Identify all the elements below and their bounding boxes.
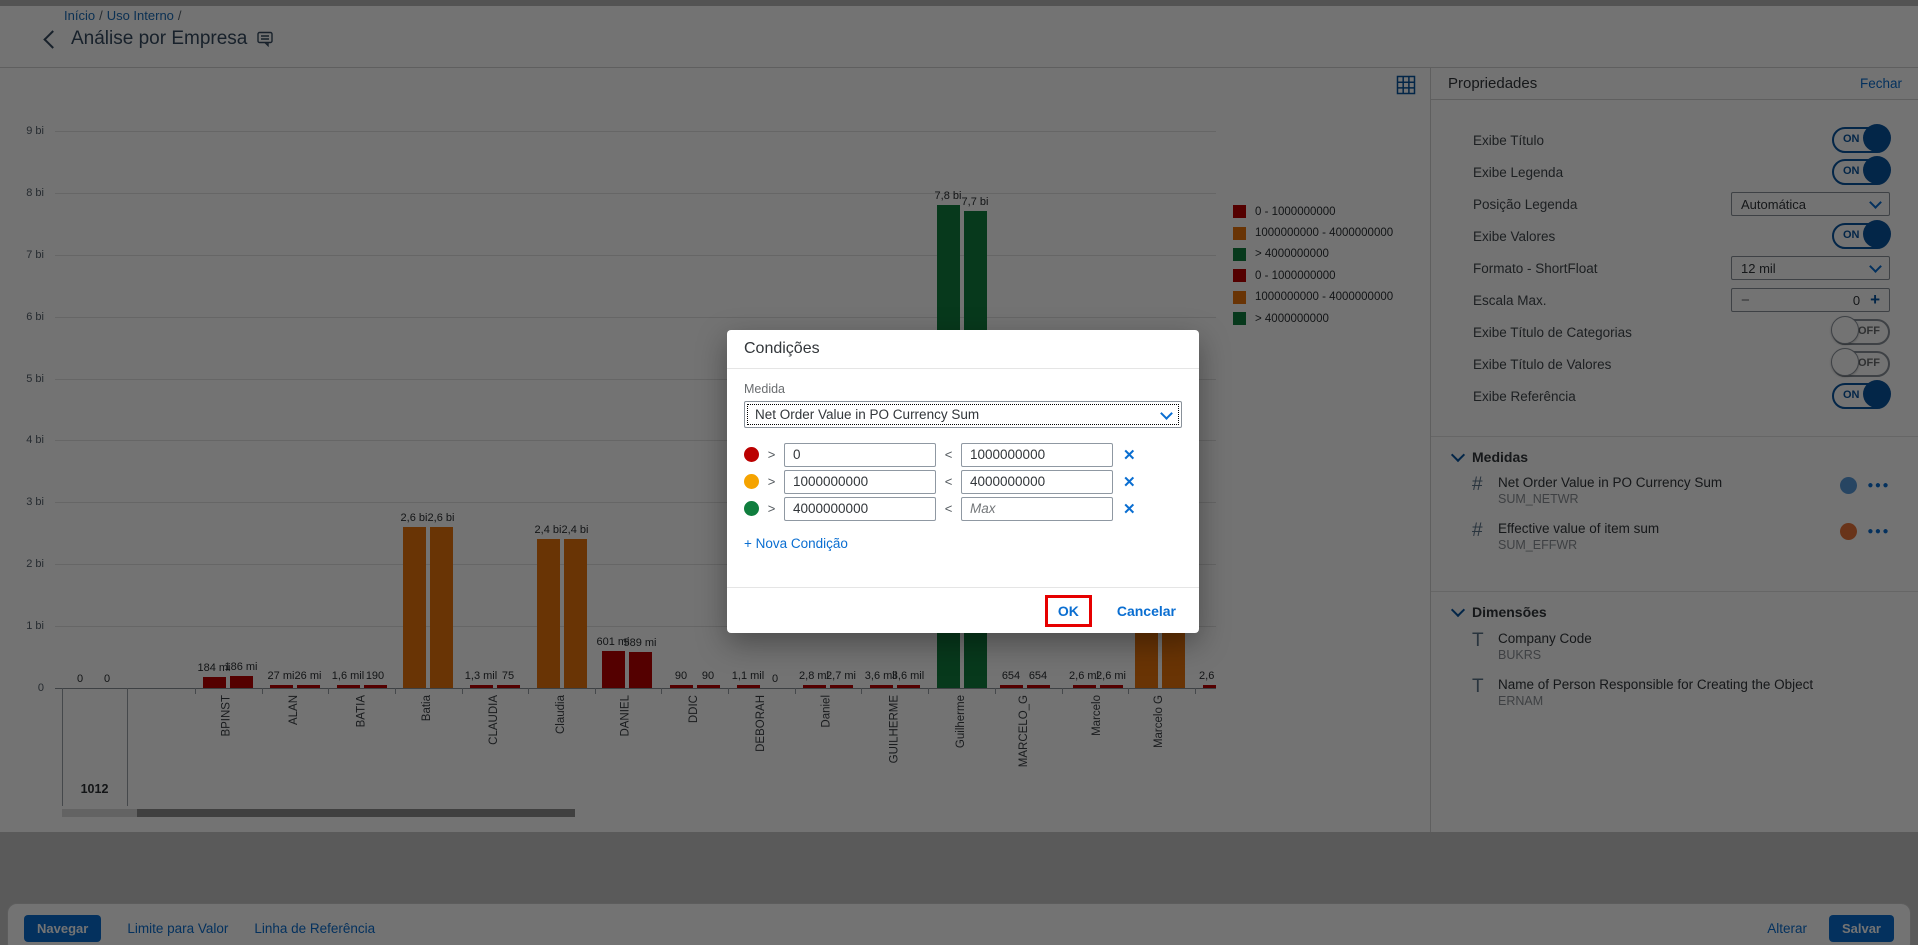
condition-to-input[interactable] — [961, 470, 1113, 494]
greater-than-operator: > — [767, 501, 776, 516]
less-than-operator: < — [944, 474, 953, 489]
delete-condition-icon[interactable]: ✕ — [1123, 446, 1136, 464]
measure-select[interactable]: Net Order Value in PO Currency Sum — [744, 401, 1182, 428]
ok-button-label: OK — [1058, 603, 1079, 619]
add-condition-link[interactable]: + Nova Condição — [744, 536, 848, 551]
less-than-operator: < — [944, 501, 953, 516]
condition-to-input[interactable] — [961, 443, 1113, 467]
delete-condition-icon[interactable]: ✕ — [1123, 473, 1136, 491]
condition-color-dot — [744, 447, 759, 462]
chevron-down-icon — [1160, 407, 1173, 420]
measure-select-value: Net Order Value in PO Currency Sum — [755, 407, 979, 422]
greater-than-operator: > — [767, 447, 776, 462]
cancel-button[interactable]: Cancelar — [1111, 602, 1182, 620]
app-window: Início/Uso Interno/ Análise por Empresa … — [0, 0, 1918, 945]
greater-than-operator: > — [767, 474, 776, 489]
condition-row: > < ✕ — [744, 441, 1182, 468]
condition-color-dot — [744, 501, 759, 516]
condition-color-dot — [744, 474, 759, 489]
delete-condition-icon[interactable]: ✕ — [1123, 500, 1136, 518]
condition-from-input[interactable] — [784, 470, 936, 494]
conditions-dialog: Condições Medida Net Order Value in PO C… — [727, 330, 1199, 633]
condition-from-input[interactable] — [784, 443, 936, 467]
ok-button[interactable]: OK — [1050, 598, 1087, 624]
condition-row: > < ✕ — [744, 495, 1182, 522]
less-than-operator: < — [944, 447, 953, 462]
measure-field-label: Medida — [744, 382, 1182, 396]
condition-row: > < ✕ — [744, 468, 1182, 495]
condition-from-input[interactable] — [784, 497, 936, 521]
condition-to-input[interactable] — [961, 497, 1113, 521]
dialog-title: Condições — [727, 330, 1199, 369]
